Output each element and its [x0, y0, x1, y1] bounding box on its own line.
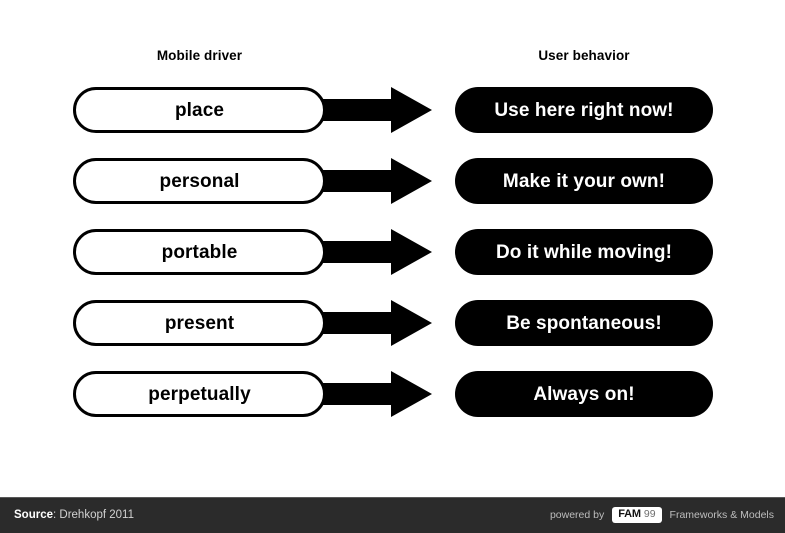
fam-logo-number: 99: [643, 508, 656, 520]
driver-pill[interactable]: personal: [73, 158, 326, 204]
behavior-pill-label: Make it your own!: [502, 170, 666, 192]
behavior-pill-label: Be spontaneous!: [506, 312, 662, 334]
frameworks-models-label: Frameworks & Models: [669, 509, 774, 521]
footer-branding: powered by FAM 99 Frameworks & Models: [550, 507, 774, 523]
diagram-row: perpetually Always on!: [0, 371, 785, 419]
column-header-user-behavior: User behavior: [538, 48, 630, 63]
diagram-row: present Be spontaneous!: [0, 300, 785, 348]
driver-pill-label: perpetually: [148, 383, 251, 405]
behavior-pill-label: Do it while moving!: [495, 241, 673, 263]
diagram-row: portable Do it while moving!: [0, 229, 785, 277]
driver-pill[interactable]: perpetually: [73, 371, 326, 417]
driver-pill[interactable]: present: [73, 300, 326, 346]
driver-pill-label: present: [164, 312, 235, 334]
driver-pill-label: portable: [161, 241, 238, 263]
behavior-pill[interactable]: Use here right now!: [455, 87, 713, 133]
column-header-mobile-driver: Mobile driver: [156, 48, 243, 63]
driver-pill-label: place: [174, 99, 225, 121]
driver-pill[interactable]: portable: [73, 229, 326, 275]
diagram-row: place Use here right now!: [0, 87, 785, 135]
slide-canvas: Mobile driver User behavior place Use he…: [0, 0, 785, 533]
behavior-pill[interactable]: Be spontaneous!: [455, 300, 713, 346]
driver-pill-label: personal: [159, 170, 240, 192]
powered-by-label: powered by: [549, 509, 605, 521]
behavior-pill[interactable]: Do it while moving!: [455, 229, 713, 275]
fam-logo-badge[interactable]: FAM 99: [612, 507, 662, 523]
source-attribution: Source: Drehkopf 2011: [14, 509, 134, 521]
diagram-row: personal Make it your own!: [0, 158, 785, 206]
behavior-pill-label: Always on!: [533, 383, 635, 405]
source-label: Source: [14, 509, 53, 521]
behavior-pill[interactable]: Make it your own!: [455, 158, 713, 204]
fam-logo-brand: FAM: [618, 508, 641, 520]
footer-bar: Source: Drehkopf 2011 powered by FAM 99 …: [0, 497, 785, 533]
driver-pill[interactable]: place: [73, 87, 326, 133]
source-value: Drehkopf 2011: [59, 509, 134, 521]
source-separator: :: [53, 509, 57, 521]
behavior-pill[interactable]: Always on!: [455, 371, 713, 417]
behavior-pill-label: Use here right now!: [494, 99, 674, 121]
